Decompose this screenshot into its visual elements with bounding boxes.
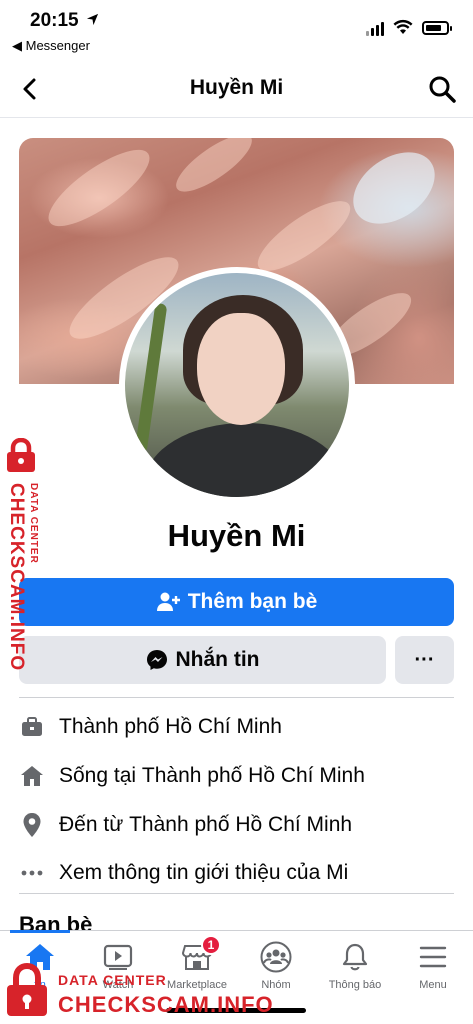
profile-header: Huyền Mi bbox=[0, 60, 473, 118]
message-button[interactable]: Nhắn tin bbox=[19, 636, 386, 684]
info-row-from[interactable]: Đến từ Thành phố Hồ Chí Minh bbox=[19, 808, 352, 842]
info-row-see-about[interactable]: Xem thông tin giới thiệu của Mi bbox=[19, 856, 348, 890]
watermark-small-text: DATA CENTER bbox=[28, 483, 39, 564]
lock-icon bbox=[7, 962, 47, 1016]
divider bbox=[19, 697, 454, 698]
watermark-large-text: CHECKSCAM.INFO bbox=[6, 483, 27, 672]
tab-notifications-label: Thông báo bbox=[328, 979, 382, 991]
location-pin-icon bbox=[19, 812, 45, 838]
watermark-small-text: DATA CENTER bbox=[58, 972, 167, 988]
battery-icon bbox=[422, 21, 452, 35]
tab-menu-label: Menu bbox=[419, 979, 447, 991]
avatar-face bbox=[197, 313, 285, 425]
briefcase-icon bbox=[19, 714, 45, 740]
friends-section-heading: Bạn bè bbox=[19, 912, 93, 932]
more-dots-icon bbox=[19, 860, 45, 886]
menu-icon bbox=[419, 946, 447, 968]
clock: 20:15 bbox=[30, 10, 79, 31]
more-options-button[interactable]: ··· bbox=[395, 636, 454, 684]
bell-icon bbox=[342, 943, 368, 971]
messenger-icon bbox=[146, 650, 167, 670]
cellular-signal-icon bbox=[366, 22, 386, 36]
search-icon[interactable] bbox=[427, 74, 457, 104]
info-from-value: Thành phố Hồ Chí Minh bbox=[129, 813, 353, 836]
info-see-about-text: Xem thông tin giới thiệu của Mi bbox=[59, 861, 349, 884]
profile-name: Huyền Mi bbox=[167, 518, 306, 553]
add-friend-button[interactable]: Thêm bạn bè bbox=[19, 578, 454, 626]
profile-picture[interactable] bbox=[119, 267, 355, 503]
avatar-shirt bbox=[145, 423, 345, 497]
info-row-workplace[interactable]: Thành phố Hồ Chí Minh bbox=[19, 710, 282, 744]
tab-notifications[interactable]: Thông báo bbox=[315, 941, 395, 991]
add-friend-icon bbox=[156, 592, 180, 611]
divider bbox=[19, 893, 454, 894]
status-bar: 20:15 ◀ Messenger bbox=[0, 0, 473, 56]
lock-icon bbox=[7, 438, 35, 472]
info-row-lives-in[interactable]: Sống tại Thành phố Hồ Chí Minh bbox=[19, 759, 365, 793]
add-friend-label: Thêm bạn bè bbox=[187, 590, 318, 613]
watermark-bottom: DATA CENTER CHECKSCAM.INFO bbox=[0, 958, 300, 1024]
message-label: Nhắn tin bbox=[175, 648, 260, 671]
home-icon bbox=[19, 763, 45, 789]
avatar bbox=[125, 273, 349, 497]
back-to-app-link[interactable]: ◀ Messenger bbox=[12, 38, 90, 54]
active-tab-indicator bbox=[10, 930, 70, 933]
info-lives-in-value: Thành phố Hồ Chí Minh bbox=[141, 764, 365, 787]
avatar-background-plant bbox=[134, 302, 168, 454]
notification-badge: 1 bbox=[201, 935, 221, 955]
more-options-icon: ··· bbox=[414, 648, 435, 671]
watermark-large-text: CHECKSCAM.INFO bbox=[58, 992, 274, 1017]
watermark-side: DATA CENTER CHECKSCAM.INFO bbox=[2, 438, 52, 672]
info-from-label: Đến từ bbox=[59, 813, 130, 836]
info-lives-in-label: Sống tại bbox=[59, 764, 142, 787]
wifi-icon bbox=[393, 19, 413, 34]
info-workplace-text: Thành phố Hồ Chí Minh bbox=[59, 715, 282, 738]
location-arrow-icon bbox=[86, 13, 99, 26]
tab-menu[interactable]: Menu bbox=[393, 941, 473, 991]
page-title: Huyền Mi bbox=[189, 76, 284, 99]
